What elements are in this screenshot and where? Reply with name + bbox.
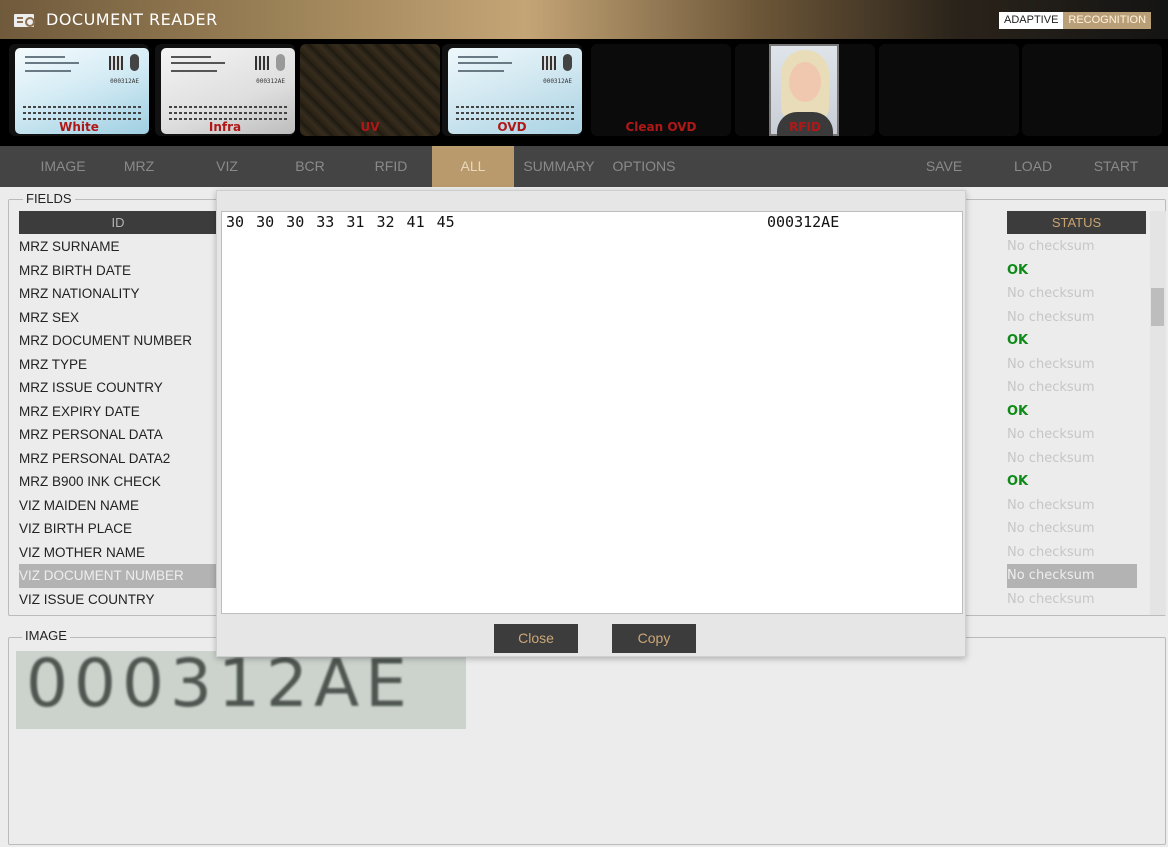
field-id: MRZ EXPIRY DATE	[19, 403, 140, 419]
thumbnail-label: OVD	[497, 120, 527, 134]
field-status: No checksum	[1007, 286, 1095, 301]
thumbnail-uv[interactable]: UV	[300, 44, 440, 136]
tab-mrz[interactable]: MRZ	[107, 146, 171, 187]
field-status: No checksum	[1007, 591, 1095, 607]
field-id: VIZ ISSUE COUNTRY	[19, 591, 155, 607]
field-id: VIZ DOCUMENT NUMBER	[19, 564, 216, 588]
field-id: MRZ ISSUE COUNTRY	[19, 380, 163, 395]
thumbnail-infra[interactable]: 000312AE Infra	[155, 44, 295, 136]
field-status: OK	[1007, 262, 1029, 278]
thumbnail-empty-1[interactable]	[879, 44, 1019, 136]
app-title: DOCUMENT READER	[46, 10, 218, 29]
field-id: MRZ SURNAME	[19, 239, 120, 254]
brand-logo: ADAPTIVE RECOGNITION	[999, 12, 1152, 29]
thumbnail-label: Clean OVD	[625, 120, 697, 134]
field-id: MRZ SEX	[19, 309, 80, 325]
field-id: MRZ PERSONAL DATA	[19, 427, 163, 442]
field-status: OK	[1007, 403, 1029, 419]
field-status: No checksum	[1007, 239, 1095, 254]
tab-options[interactable]: OPTIONS	[606, 146, 682, 187]
field-status: No checksum	[1007, 497, 1095, 513]
tab-summary[interactable]: SUMMARY	[521, 146, 597, 187]
field-status: No checksum	[1007, 564, 1137, 588]
field-status: No checksum	[1007, 450, 1095, 466]
start-button[interactable]: START	[1086, 146, 1146, 187]
field-status: No checksum	[1007, 380, 1095, 395]
field-id: MRZ PERSONAL DATA2	[19, 450, 171, 466]
copy-button[interactable]: Copy	[612, 624, 696, 653]
hex-text-area[interactable]: 30 30 30 33 31 32 41 45 000312AE	[221, 211, 963, 614]
fields-scrollbar[interactable]	[1150, 211, 1166, 615]
scrollbar-thumb[interactable]	[1151, 288, 1164, 326]
id-column-header[interactable]: ID	[19, 211, 217, 234]
main-navigation: IMAGE MRZ VIZ BCR RFID ALL SUMMARY OPTIO…	[0, 146, 1168, 187]
brand-part2: RECOGNITION	[1063, 12, 1152, 29]
brand-part1: ADAPTIVE	[999, 12, 1064, 29]
field-status: No checksum	[1007, 544, 1095, 560]
thumbnail-rfid[interactable]: RFID	[735, 44, 875, 136]
thumbnail-label: Infra	[208, 120, 242, 134]
hex-bytes: 30 30 30 33 31 32 41 45	[226, 213, 455, 231]
field-id: MRZ BIRTH DATE	[19, 262, 132, 278]
thumbnail-empty-2[interactable]	[1022, 44, 1162, 136]
field-id: MRZ DOCUMENT NUMBER	[19, 333, 192, 348]
thumbnail-ovd[interactable]: 000312AE OVD	[442, 44, 582, 136]
field-status: No checksum	[1007, 356, 1095, 372]
field-id: VIZ BIRTH PLACE	[19, 521, 133, 536]
image-legend: IMAGE	[22, 628, 70, 643]
tab-viz[interactable]: VIZ	[195, 146, 259, 187]
field-id: MRZ NATIONALITY	[19, 286, 140, 301]
field-image-text: 000312AE	[26, 651, 413, 722]
field-id: MRZ TYPE	[19, 356, 88, 372]
tab-all[interactable]: ALL	[432, 146, 514, 187]
field-image-crop: 000312AE	[16, 651, 466, 729]
status-column-header[interactable]: STATUS	[1007, 211, 1146, 234]
tab-bcr[interactable]: BCR	[278, 146, 342, 187]
thumbnail-label: RFID	[789, 120, 821, 134]
load-button[interactable]: LOAD	[1003, 146, 1063, 187]
tab-rfid[interactable]: RFID	[359, 146, 423, 187]
field-status: OK	[1007, 333, 1029, 348]
document-reader-window: DOCUMENT READER ADAPTIVE RECOGNITION 000…	[0, 0, 1168, 847]
field-id: MRZ B900 INK CHECK	[19, 474, 161, 489]
thumbnail-label: UV	[360, 120, 380, 134]
fields-legend: FIELDS	[23, 191, 75, 206]
field-status: No checksum	[1007, 309, 1095, 325]
thumbnail-white[interactable]: 000312AE White	[9, 44, 149, 136]
field-status: No checksum	[1007, 427, 1095, 442]
app-logo-icon	[14, 14, 35, 27]
field-id: VIZ MAIDEN NAME	[19, 497, 140, 513]
save-button[interactable]: SAVE	[914, 146, 974, 187]
tab-image[interactable]: IMAGE	[25, 146, 101, 187]
field-status: No checksum	[1007, 521, 1095, 536]
field-id: VIZ MOTHER NAME	[19, 544, 146, 560]
thumbnail-clean-ovd[interactable]: Clean OVD	[591, 44, 731, 136]
field-status: OK	[1007, 474, 1029, 489]
ascii-value: 000312AE	[767, 213, 840, 231]
image-thumbnail-strip: 000312AE White 000312AE Infra UV 000312A…	[0, 40, 1168, 140]
thumbnail-label: White	[59, 120, 99, 134]
close-button[interactable]: Close	[494, 624, 578, 653]
title-bar: DOCUMENT READER ADAPTIVE RECOGNITION	[0, 0, 1168, 40]
hex-view-dialog: 30 30 30 33 31 32 41 45 000312AE Close C…	[216, 190, 966, 657]
